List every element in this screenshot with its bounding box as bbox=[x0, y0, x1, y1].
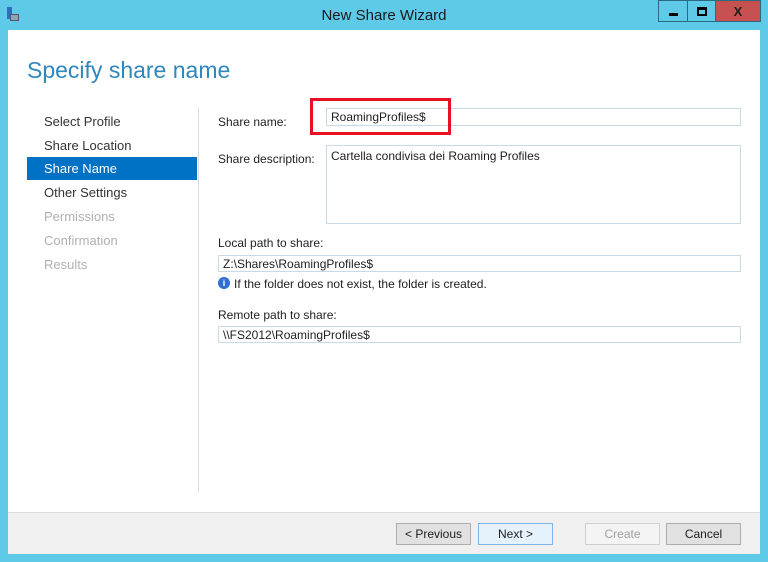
share-description-input[interactable]: Cartella condivisa dei Roaming Profiles bbox=[326, 145, 741, 224]
nav-item-share-name[interactable]: Share Name bbox=[27, 157, 197, 180]
nav-item-share-location[interactable]: Share Location bbox=[27, 134, 197, 157]
close-button[interactable]: X bbox=[715, 0, 761, 22]
nav-item-select-profile[interactable]: Select Profile bbox=[27, 110, 197, 133]
nav-item-results: Results bbox=[44, 257, 88, 272]
vertical-divider bbox=[198, 108, 199, 492]
nav-item-other-settings[interactable]: Other Settings bbox=[27, 181, 197, 204]
cancel-button[interactable]: Cancel bbox=[666, 523, 741, 545]
minimize-button[interactable] bbox=[658, 0, 688, 22]
nav-item-confirmation: Confirmation bbox=[44, 233, 118, 248]
minimize-icon bbox=[668, 13, 678, 16]
nav-item-permissions: Permissions bbox=[44, 209, 115, 224]
info-icon: i bbox=[218, 277, 230, 289]
highlight-box bbox=[310, 98, 451, 135]
page-title: Specify share name bbox=[27, 57, 231, 83]
remote-path-input[interactable]: \\FS2012\RoamingProfiles$ bbox=[218, 326, 741, 343]
title-bar: New Share Wizard X bbox=[0, 0, 768, 30]
info-text: If the folder does not exist, the folder… bbox=[234, 277, 487, 291]
create-button: Create bbox=[585, 523, 660, 545]
close-icon: X bbox=[733, 3, 743, 19]
share-name-label: Share name: bbox=[218, 115, 287, 129]
remote-path-label: Remote path to share: bbox=[218, 308, 337, 322]
local-path-label: Local path to share: bbox=[218, 236, 324, 250]
window-title: New Share Wizard bbox=[321, 7, 447, 24]
maximize-button[interactable] bbox=[687, 0, 716, 22]
maximize-icon bbox=[696, 6, 707, 16]
previous-button[interactable]: < Previous bbox=[396, 523, 471, 545]
local-path-input[interactable]: Z:\Shares\RoamingProfiles$ bbox=[218, 255, 741, 272]
share-description-label: Share description: bbox=[218, 152, 315, 166]
next-button[interactable]: Next > bbox=[478, 523, 553, 545]
